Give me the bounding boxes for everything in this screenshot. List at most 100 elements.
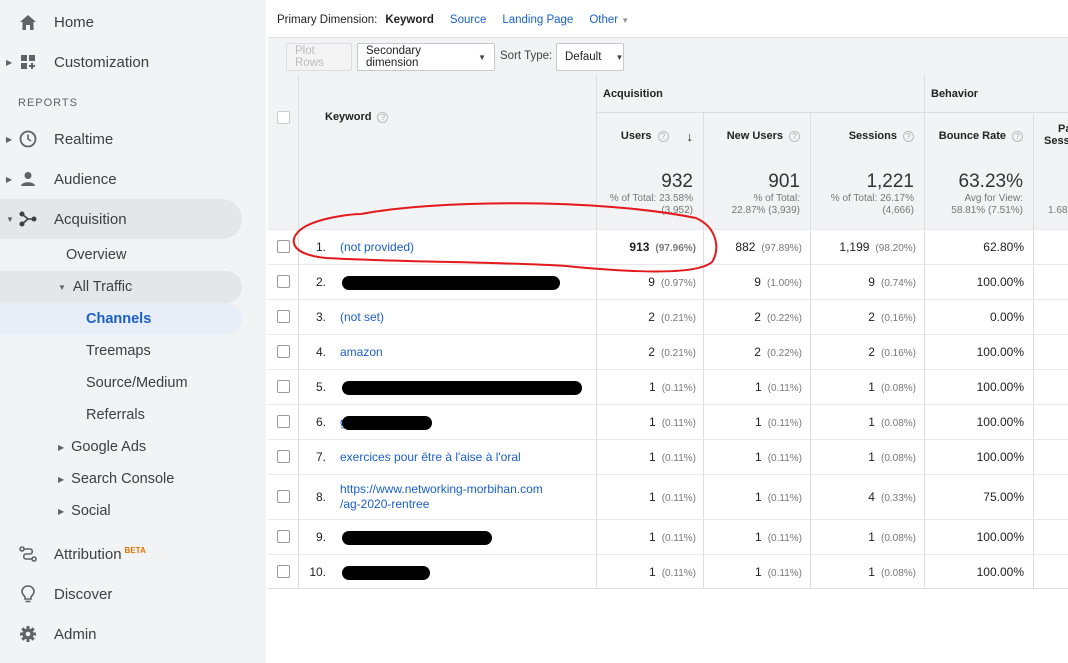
nav-realtime[interactable]: ▶ Realtime [0,119,242,159]
nav-source-medium[interactable]: Source/Medium [86,367,188,399]
new-users-value: 882 [735,240,756,254]
help-icon[interactable]: ? [657,130,669,142]
nav-home[interactable]: Home [0,2,242,42]
table-toolbar: Plot Rows Secondary dimension ▼ Sort Type… [268,37,1068,75]
users-value: 1 [649,450,656,464]
help-icon[interactable]: ? [903,130,914,142]
users-percent: (0.11%) [661,533,696,544]
caret-right-icon: ▶ [58,474,65,484]
nav-treemaps[interactable]: Treemaps [86,335,151,367]
users-percent: (0.11%) [661,383,696,394]
row-checkbox[interactable] [277,450,290,463]
totals-pages-value: 1.68 [1048,205,1068,216]
users-cell: 9 (0.97%) [648,275,696,289]
bounce-rate-cell: 100.00% [976,530,1024,544]
nav-acquisition[interactable]: ▼ Acquisition [0,199,242,239]
help-icon[interactable]: ? [377,111,389,123]
nav-admin[interactable]: Admin [0,614,242,654]
sort-type-dropdown[interactable]: Default ▼ [556,43,624,71]
totals-bounce-sub1: Avg for View: [964,193,1023,204]
nav-social[interactable]: ▶ Social [58,495,111,527]
users-cell: 1 (0.11%) [649,450,696,464]
sessions-header[interactable]: Sessions? [810,112,924,159]
redaction-mark [342,416,432,430]
keyword-link[interactable]: amazon [340,345,383,359]
new-users-cell: 1 (0.11%) [755,380,802,394]
redaction-mark [342,276,560,290]
help-icon[interactable]: ? [1012,130,1023,142]
nav-google-ads[interactable]: ▶ Google Ads [58,431,146,463]
bounce-rate-header[interactable]: Bounce Rate? [924,112,1033,159]
sort-type-value: Default [565,51,602,63]
users-header[interactable]: Users? ↓ [596,112,703,159]
row-index: 1. [315,240,326,254]
clock-icon [18,129,38,149]
row-checkbox[interactable] [277,275,290,288]
row-index: 6. [315,415,326,429]
nav-channels[interactable]: Channels [0,303,242,335]
row-checkbox[interactable] [277,415,290,428]
row-checkbox[interactable] [277,240,290,253]
row-checkbox[interactable] [277,310,290,323]
select-all-cell [268,75,298,159]
sessions-cell: 2 (0.16%) [868,310,916,324]
row-checkbox[interactable] [277,530,290,543]
row-checkbox[interactable] [277,490,290,503]
users-cell: 1 (0.11%) [649,565,696,579]
nav-attribution[interactable]: Attribution BETA [0,534,242,574]
totals-keyword-cell [298,159,596,229]
behavior-header: Behavior [924,75,1068,112]
col-divider [1033,300,1034,334]
keyword-link[interactable]: (not provided) [340,240,414,254]
nav-customization[interactable]: ▶ Customization [0,42,242,82]
totals-users-sub2: (3,952) [661,205,693,216]
nav-audience[interactable]: ▶ Audience [0,159,242,199]
new-users-percent: (0.11%) [767,418,802,429]
pages-per-session-header[interactable]: PaSess [1033,112,1068,159]
plot-rows-button[interactable]: Plot Rows [286,43,352,71]
dimension-landing-page-link[interactable]: Landing Page [502,14,573,26]
users-value: 2 [648,310,655,324]
nav-overview[interactable]: Overview [66,239,126,271]
sessions-cell: 1,199 (98.20%) [839,240,916,254]
row-checkbox[interactable] [277,380,290,393]
keyword-link[interactable]: exercices pour être à l'aise à l'oral [340,450,521,464]
sessions-percent: (0.16%) [880,313,916,324]
table-row: 8. https://www.networking-morbihan.com/ag… [268,474,1068,519]
row-checkbox[interactable] [277,345,290,358]
users-header-label: Users [620,130,652,142]
col-divider [924,265,925,299]
new-users-value: 1 [755,415,762,429]
table-row: 4. amazon 2 (0.21%) 2 (0.22%) 2 (0.16%) 100.00% [268,334,1068,369]
col-divider [1033,265,1034,299]
sidebar: Home ▶ Customization REPORTS ▶ Realtime … [0,0,266,663]
keyword-link[interactable]: (not set) [340,310,384,324]
keyword-link[interactable]: https://www.networking-morbihan.com/ag-2… [340,482,543,512]
row-index: 5. [315,380,326,394]
plot-rows-label: Plot Rows [295,45,324,69]
help-icon[interactable]: ? [789,130,800,142]
new-users-value: 2 [754,310,761,324]
col-divider [924,555,925,589]
nav-admin-label: Admin [54,625,97,643]
sessions-cell: 1 (0.08%) [868,450,916,464]
sessions-value: 1 [868,415,875,429]
bounce-rate-cell: 100.00% [976,450,1024,464]
users-value: 1 [649,530,656,544]
new-users-header[interactable]: New Users? [703,112,810,159]
dimension-source-link[interactable]: Source [450,14,486,26]
dimension-other-dropdown[interactable]: Other ▼ [589,14,629,26]
new-users-cell: 1 (0.11%) [755,490,802,504]
select-all-checkbox[interactable] [277,111,290,124]
nav-all-traffic[interactable]: ▼ All Traffic [0,271,242,303]
secondary-dimension-dropdown[interactable]: Secondary dimension ▼ [357,43,495,71]
row-index: 3. [315,310,326,324]
keyword-header[interactable]: Keyword? [298,75,598,159]
nav-search-console[interactable]: ▶ Search Console [58,463,174,495]
new-users-percent: (0.11%) [767,533,802,544]
nav-discover[interactable]: Discover [0,574,242,614]
beta-badge: BETA [124,545,146,555]
nav-referrals[interactable]: Referrals [86,399,145,431]
row-checkbox[interactable] [277,565,290,578]
bounce-rate-cell: 100.00% [976,415,1024,429]
